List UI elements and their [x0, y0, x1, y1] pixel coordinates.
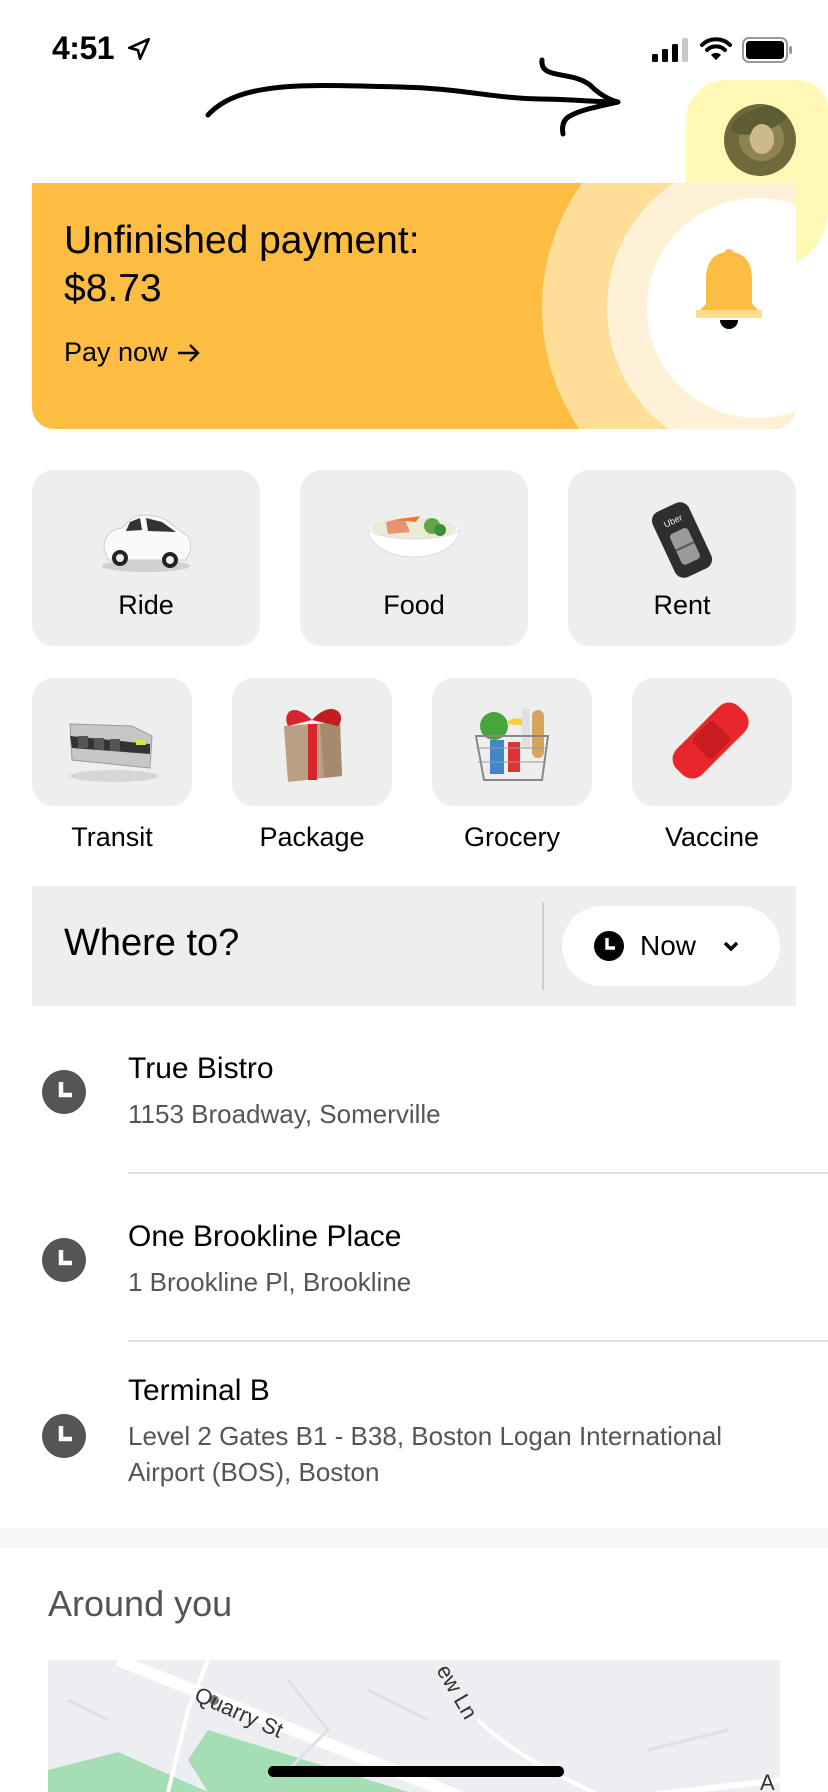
service-rent[interactable]: Uber Rent	[568, 470, 796, 646]
avatar-face	[750, 124, 774, 154]
search-divider	[542, 902, 544, 990]
service-grocery[interactable]	[432, 678, 592, 806]
recent-place-item[interactable]: True Bistro 1153 Broadway, Somerville	[0, 1040, 828, 1170]
food-bowl-icon	[367, 516, 461, 558]
clock-icon	[594, 931, 624, 961]
service-package[interactable]	[232, 678, 392, 806]
location-arrow-icon	[127, 37, 151, 61]
service-label: Rent	[653, 590, 711, 620]
service-label: Transit	[71, 822, 153, 852]
service-label: Package	[259, 822, 365, 852]
clock-icon	[42, 1414, 86, 1458]
schedule-now-button[interactable]: Now	[562, 906, 780, 986]
profile-avatar[interactable]	[724, 104, 796, 176]
schedule-label: Now	[640, 930, 697, 961]
map-road	[650, 1777, 780, 1792]
wifi-icon	[700, 37, 732, 60]
map-label: Quarry St	[191, 1682, 287, 1743]
map-label: ew Ln	[432, 1660, 483, 1723]
place-name: True Bistro	[128, 1052, 274, 1085]
list-divider	[128, 1340, 828, 1342]
chevron-down-icon	[723, 941, 739, 952]
payment-amount: $8.73	[64, 267, 162, 310]
service-ride[interactable]: Ride	[32, 470, 260, 646]
bandage-icon	[672, 702, 749, 779]
place-address: Level 2 Gates B1 - B38, Boston Logan Int…	[128, 1421, 723, 1487]
pay-now-link[interactable]: Pay now	[64, 337, 202, 368]
clock-icon	[42, 1070, 86, 1114]
unfinished-payment-banner[interactable]: Unfinished payment: $8.73 Pay now	[32, 183, 796, 429]
payment-title-text: Unfinished payment:	[64, 219, 420, 262]
bell-icon	[696, 249, 762, 329]
map-label: A	[760, 1770, 775, 1792]
service-label: Ride	[118, 590, 174, 620]
service-label: Grocery	[463, 822, 561, 852]
recent-place-item[interactable]: Terminal B Level 2 Gates B1 - B38, Bosto…	[0, 1364, 828, 1514]
section-divider	[0, 1528, 828, 1548]
place-address: 1 Brookline Pl, Brookline	[128, 1267, 412, 1297]
grocery-basket-icon	[474, 708, 550, 781]
map-road	[476, 1718, 597, 1792]
service-label: Food	[383, 590, 445, 620]
clock-icon	[42, 1238, 86, 1282]
map-park	[48, 1752, 208, 1792]
service-food[interactable]: Food	[300, 470, 528, 646]
pay-now-label: Pay now	[64, 337, 168, 367]
gift-box-icon	[284, 709, 342, 782]
list-divider	[128, 1172, 828, 1174]
service-vaccine[interactable]	[632, 678, 792, 806]
service-transit[interactable]	[32, 678, 192, 806]
around-you-title: Around you	[48, 1583, 233, 1624]
recent-place-item[interactable]: One Brookline Place 1 Brookline Pl, Broo…	[0, 1208, 828, 1338]
car-key-icon: Uber	[651, 502, 713, 578]
where-to-input[interactable]: Where to?	[64, 922, 239, 965]
battery-icon	[742, 37, 792, 63]
place-address: 1153 Broadway, Somerville	[128, 1099, 441, 1129]
place-name: One Brookline Place	[128, 1220, 402, 1253]
train-icon	[69, 723, 158, 782]
car-icon	[102, 514, 192, 572]
payment-title: Unfinished payment: $8.73	[64, 217, 524, 313]
map-street-outline	[67, 1679, 729, 1772]
home-indicator[interactable]	[268, 1766, 564, 1777]
place-name: Terminal B	[128, 1374, 270, 1407]
service-label: Vaccine	[664, 822, 760, 852]
status-time: 4:51	[52, 30, 115, 66]
cellular-signal-icon	[652, 38, 688, 62]
status-bar: 4:51	[0, 0, 828, 100]
where-to-search[interactable]: Where to? Now	[32, 886, 796, 1006]
arrow-right-icon	[177, 343, 200, 362]
